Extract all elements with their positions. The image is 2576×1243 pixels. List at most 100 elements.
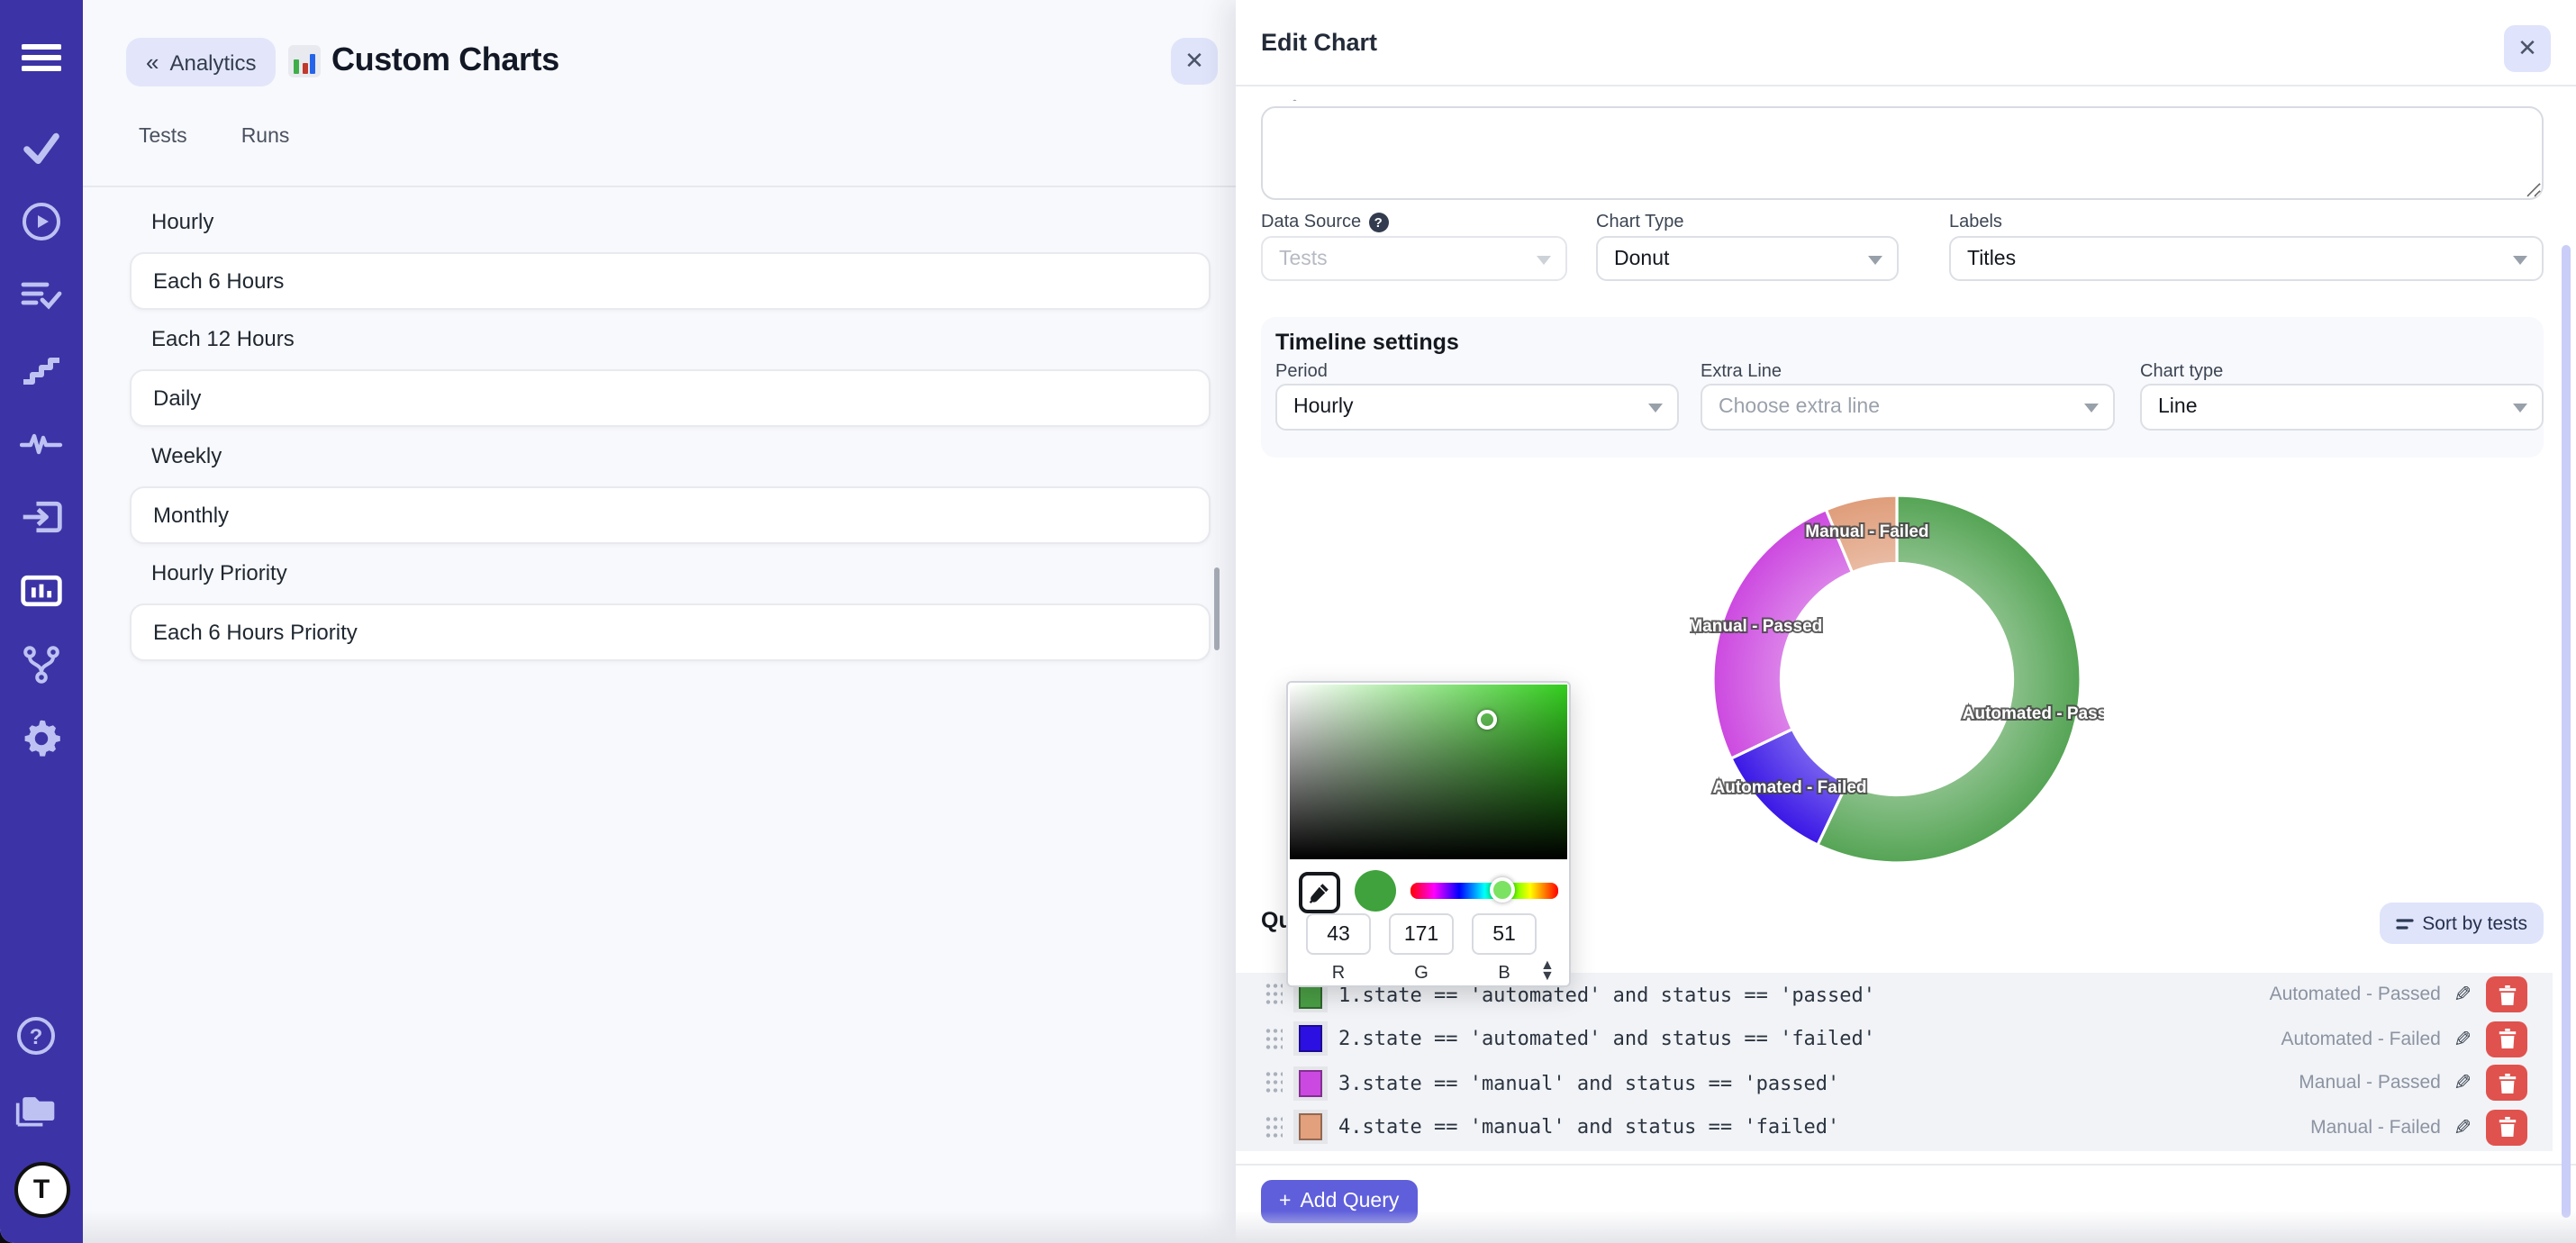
plus-icon: + bbox=[1279, 1191, 1291, 1212]
drag-handle-icon[interactable] bbox=[1265, 1071, 1283, 1096]
tab-tests[interactable]: Tests bbox=[139, 126, 187, 148]
query-row: 2.state == 'automated' and status == 'fa… bbox=[1236, 1017, 2553, 1061]
chart-list-item[interactable]: Hourly bbox=[130, 193, 1211, 251]
left-list-scrollbar[interactable] bbox=[1214, 567, 1220, 650]
bottom-edge bbox=[83, 1211, 2576, 1243]
trash-icon bbox=[2498, 1118, 2516, 1138]
chart-list-item-label: Each 6 Hours bbox=[153, 268, 284, 294]
import-icon[interactable] bbox=[20, 495, 63, 539]
chart-list-item[interactable]: Hourly Priority bbox=[130, 544, 1211, 603]
chevron-down-icon bbox=[1648, 404, 1663, 413]
query-color-swatch[interactable] bbox=[1293, 1111, 1328, 1145]
folder-icon[interactable] bbox=[14, 1088, 57, 1131]
sort-by-tests-button[interactable]: Sort by tests bbox=[2379, 903, 2544, 944]
sidebar: ?T bbox=[0, 0, 83, 1243]
chevron-left-double-icon: « bbox=[146, 49, 159, 76]
sort-icon bbox=[2395, 916, 2413, 930]
logo-badge[interactable]: T bbox=[14, 1162, 69, 1218]
chart-list-item-label: Each 12 Hours bbox=[151, 327, 295, 352]
add-query-label: Add Query bbox=[1300, 1191, 1399, 1212]
chart-list-item[interactable]: Monthly bbox=[130, 485, 1211, 544]
query-row: 4.state == 'manual' and status == 'faile… bbox=[1236, 1105, 2553, 1149]
eyedropper-icon bbox=[1308, 881, 1331, 904]
custom-charts-panel: « Analytics Custom Charts ✕ Tests Runs H… bbox=[83, 0, 1236, 1243]
edit-pencil-icon[interactable]: ✎ bbox=[2454, 1027, 2472, 1052]
edit-pencil-icon[interactable]: ✎ bbox=[2454, 1071, 2472, 1096]
trash-icon bbox=[2498, 1030, 2516, 1049]
query-expression: 2.state == 'automated' and status == 'fa… bbox=[1338, 1028, 1875, 1051]
menu-icon[interactable] bbox=[20, 36, 63, 79]
donut-segment-label: Automated - Failed bbox=[1713, 778, 1867, 797]
close-icon: ✕ bbox=[2517, 34, 2537, 63]
steps-icon[interactable] bbox=[20, 348, 63, 391]
chart-list-item[interactable]: Each 12 Hours bbox=[130, 310, 1211, 368]
chart-type-select[interactable]: Donut bbox=[1596, 236, 1899, 281]
help-icon[interactable]: ? bbox=[14, 1014, 57, 1057]
chart-list-item[interactable]: Each 6 Hours Priority bbox=[130, 603, 1211, 661]
green-input[interactable] bbox=[1389, 913, 1454, 955]
delete-query-button[interactable] bbox=[2486, 1021, 2527, 1057]
drag-handle-icon[interactable] bbox=[1265, 1115, 1283, 1140]
data-source-select[interactable]: Tests bbox=[1261, 236, 1567, 281]
chart-list-item[interactable]: Weekly bbox=[130, 427, 1211, 485]
labels-label: Labels bbox=[1949, 213, 2002, 232]
help-icon[interactable]: ? bbox=[1368, 213, 1388, 232]
donut-chart: Automated - PassedAutomated - FailedManu… bbox=[1690, 472, 2104, 886]
extra-line-select[interactable]: Choose extra line bbox=[1701, 384, 2115, 431]
timeline-settings-title: Timeline settings bbox=[1275, 330, 1459, 355]
drag-handle-icon[interactable] bbox=[1265, 983, 1283, 1008]
description-textarea[interactable] bbox=[1261, 106, 2544, 200]
drag-handle-icon[interactable] bbox=[1265, 1027, 1283, 1052]
hue-slider[interactable] bbox=[1410, 883, 1558, 899]
back-to-analytics-button[interactable]: « Analytics bbox=[126, 38, 277, 86]
donut-segment-label: Manual - Passed bbox=[1690, 617, 1822, 636]
query-color-swatch[interactable] bbox=[1293, 1066, 1328, 1101]
divider bbox=[1236, 1164, 2576, 1166]
delete-query-button[interactable] bbox=[2486, 977, 2527, 1013]
left-panel-close-button[interactable]: ✕ bbox=[1171, 38, 1218, 85]
divider bbox=[83, 186, 1236, 187]
tab-runs[interactable]: Runs bbox=[241, 126, 290, 148]
close-icon: ✕ bbox=[1184, 47, 1204, 76]
chart-list-item-label: Monthly bbox=[153, 503, 229, 528]
bar-chart-emoji-icon bbox=[288, 45, 321, 77]
query-color-swatch[interactable] bbox=[1293, 1022, 1328, 1057]
chart-list-item[interactable]: Each 6 Hours bbox=[130, 251, 1211, 310]
chart-list: Hourly Each 6 Hours Each 12 Hours DailyWeek… bbox=[130, 193, 1211, 661]
edit-pencil-icon[interactable]: ✎ bbox=[2454, 983, 2472, 1008]
timeline-chart-type-select[interactable]: Line bbox=[2140, 384, 2544, 431]
chart-list-item-label: Hourly Priority bbox=[151, 561, 287, 586]
eyedropper-button[interactable] bbox=[1299, 872, 1340, 913]
query-label: Manual - Failed bbox=[2310, 1117, 2441, 1139]
pulse-icon[interactable] bbox=[20, 422, 63, 465]
query-expression: 3.state == 'manual' and status == 'passe… bbox=[1338, 1072, 1839, 1095]
rgb-mode-toggle[interactable]: ▲▼ bbox=[1540, 960, 1555, 982]
red-input[interactable] bbox=[1306, 913, 1371, 955]
labels-select[interactable]: Titles bbox=[1949, 236, 2544, 281]
green-label: G bbox=[1389, 964, 1454, 984]
delete-query-button[interactable] bbox=[2486, 1110, 2527, 1146]
query-row: 3.state == 'manual' and status == 'passe… bbox=[1236, 1061, 2553, 1105]
queries-list: 1.state == 'automated' and status == 'pa… bbox=[1236, 973, 2553, 1151]
sort-button-label: Sort by tests bbox=[2422, 912, 2527, 934]
check-icon[interactable] bbox=[20, 126, 63, 169]
gear-icon[interactable] bbox=[20, 717, 63, 760]
edit-chart-close-button[interactable]: ✕ bbox=[2504, 25, 2551, 72]
red-label: R bbox=[1306, 964, 1371, 984]
blue-input[interactable] bbox=[1472, 913, 1537, 955]
edit-panel-scrollbar[interactable] bbox=[2562, 245, 2571, 1218]
chart-list-item[interactable]: Daily bbox=[130, 368, 1211, 427]
bar-chart-icon[interactable] bbox=[20, 569, 63, 612]
hue-slider-thumb[interactable] bbox=[1490, 877, 1515, 903]
play-circle-icon[interactable] bbox=[20, 200, 63, 243]
saturation-cursor[interactable] bbox=[1478, 711, 1498, 730]
saturation-area[interactable] bbox=[1290, 685, 1567, 859]
list-check-icon[interactable] bbox=[20, 274, 63, 317]
query-label: Manual - Passed bbox=[2299, 1073, 2441, 1094]
trash-icon bbox=[2498, 985, 2516, 1005]
period-label: Period bbox=[1275, 362, 1328, 382]
branch-icon[interactable] bbox=[20, 643, 63, 686]
period-select[interactable]: Hourly bbox=[1275, 384, 1679, 431]
delete-query-button[interactable] bbox=[2486, 1066, 2527, 1102]
edit-pencil-icon[interactable]: ✎ bbox=[2454, 1115, 2472, 1140]
